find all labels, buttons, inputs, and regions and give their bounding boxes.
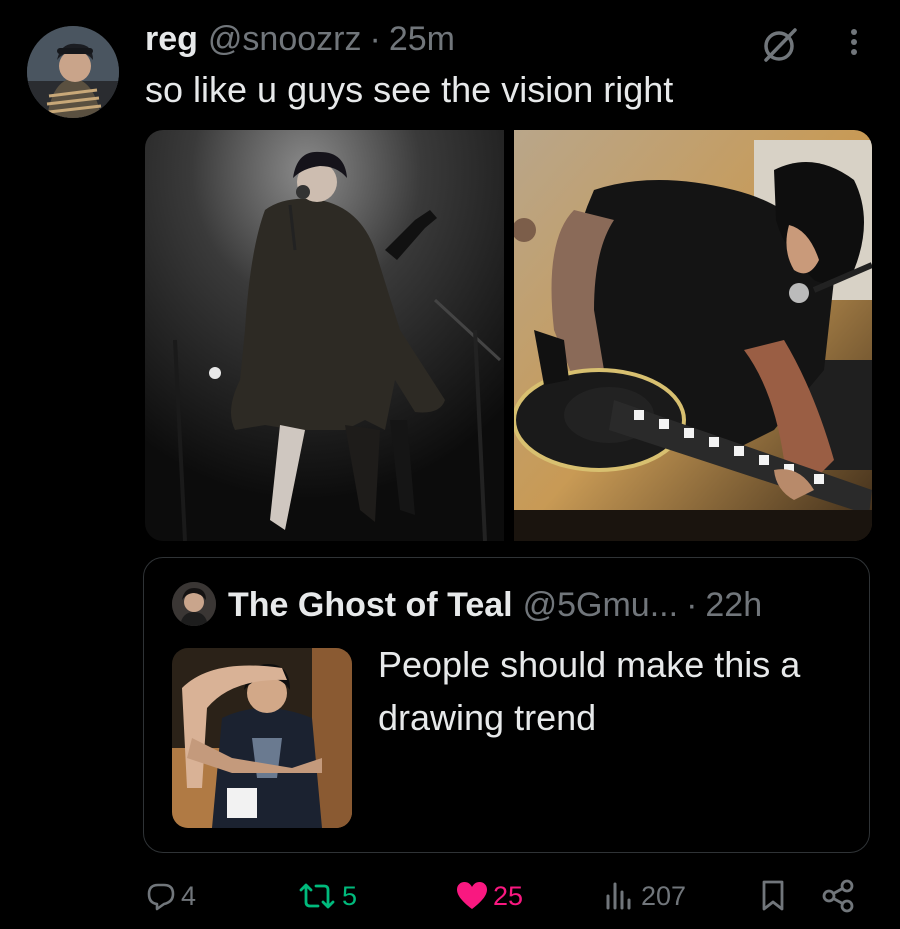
author-avatar-image — [27, 26, 119, 118]
bookmark-button[interactable] — [760, 870, 786, 922]
media-grid — [145, 130, 872, 541]
repost-icon — [296, 880, 338, 912]
quoted-post-header: The Ghost of Teal @5Gmu... · 22h — [228, 580, 762, 630]
share-button[interactable] — [820, 870, 856, 922]
quoted-media-thumbnail[interactable] — [172, 648, 352, 828]
more-vertical-icon[interactable] — [842, 22, 866, 62]
views-icon — [603, 880, 637, 912]
post-action-bar: 4 5 25 207 — [0, 870, 900, 922]
repost-button[interactable]: 5 — [296, 870, 357, 922]
post-header: reg @snoozrz · 25m — [145, 14, 455, 64]
reply-button[interactable]: 4 — [145, 870, 196, 922]
quoted-post-timestamp: 22h — [705, 585, 763, 624]
media-photo-1[interactable] — [145, 130, 504, 541]
reply-icon — [145, 880, 177, 912]
like-count: 25 — [493, 880, 524, 911]
reply-count: 4 — [181, 880, 197, 911]
author-handle[interactable]: @snoozrz — [208, 20, 362, 59]
views-count: 207 — [641, 880, 687, 911]
separator-dot: · — [686, 585, 698, 624]
quoted-post-text: People should make this a drawing trend — [378, 644, 801, 738]
views-button[interactable]: 207 — [603, 870, 686, 922]
media-photo-2[interactable] — [513, 130, 872, 541]
heart-icon — [455, 880, 489, 912]
separator-dot: · — [369, 19, 381, 58]
quoted-author-avatar[interactable] — [172, 582, 216, 626]
quoted-post-card[interactable]: The Ghost of Teal @5Gmu... · 22h People … — [143, 557, 870, 853]
author-name[interactable]: reg — [145, 20, 198, 59]
like-button[interactable]: 25 — [455, 870, 523, 922]
bookmark-icon — [760, 879, 786, 913]
quoted-author-handle: @5Gmu... — [522, 585, 679, 624]
author-avatar[interactable] — [27, 26, 119, 118]
share-icon — [820, 878, 856, 914]
quoted-author-name: The Ghost of Teal — [228, 585, 513, 624]
repost-count: 5 — [342, 880, 358, 911]
post-timestamp[interactable]: 25m — [389, 20, 455, 59]
grok-icon[interactable] — [760, 24, 800, 64]
post-text: so like u guys see the vision right — [145, 69, 674, 110]
